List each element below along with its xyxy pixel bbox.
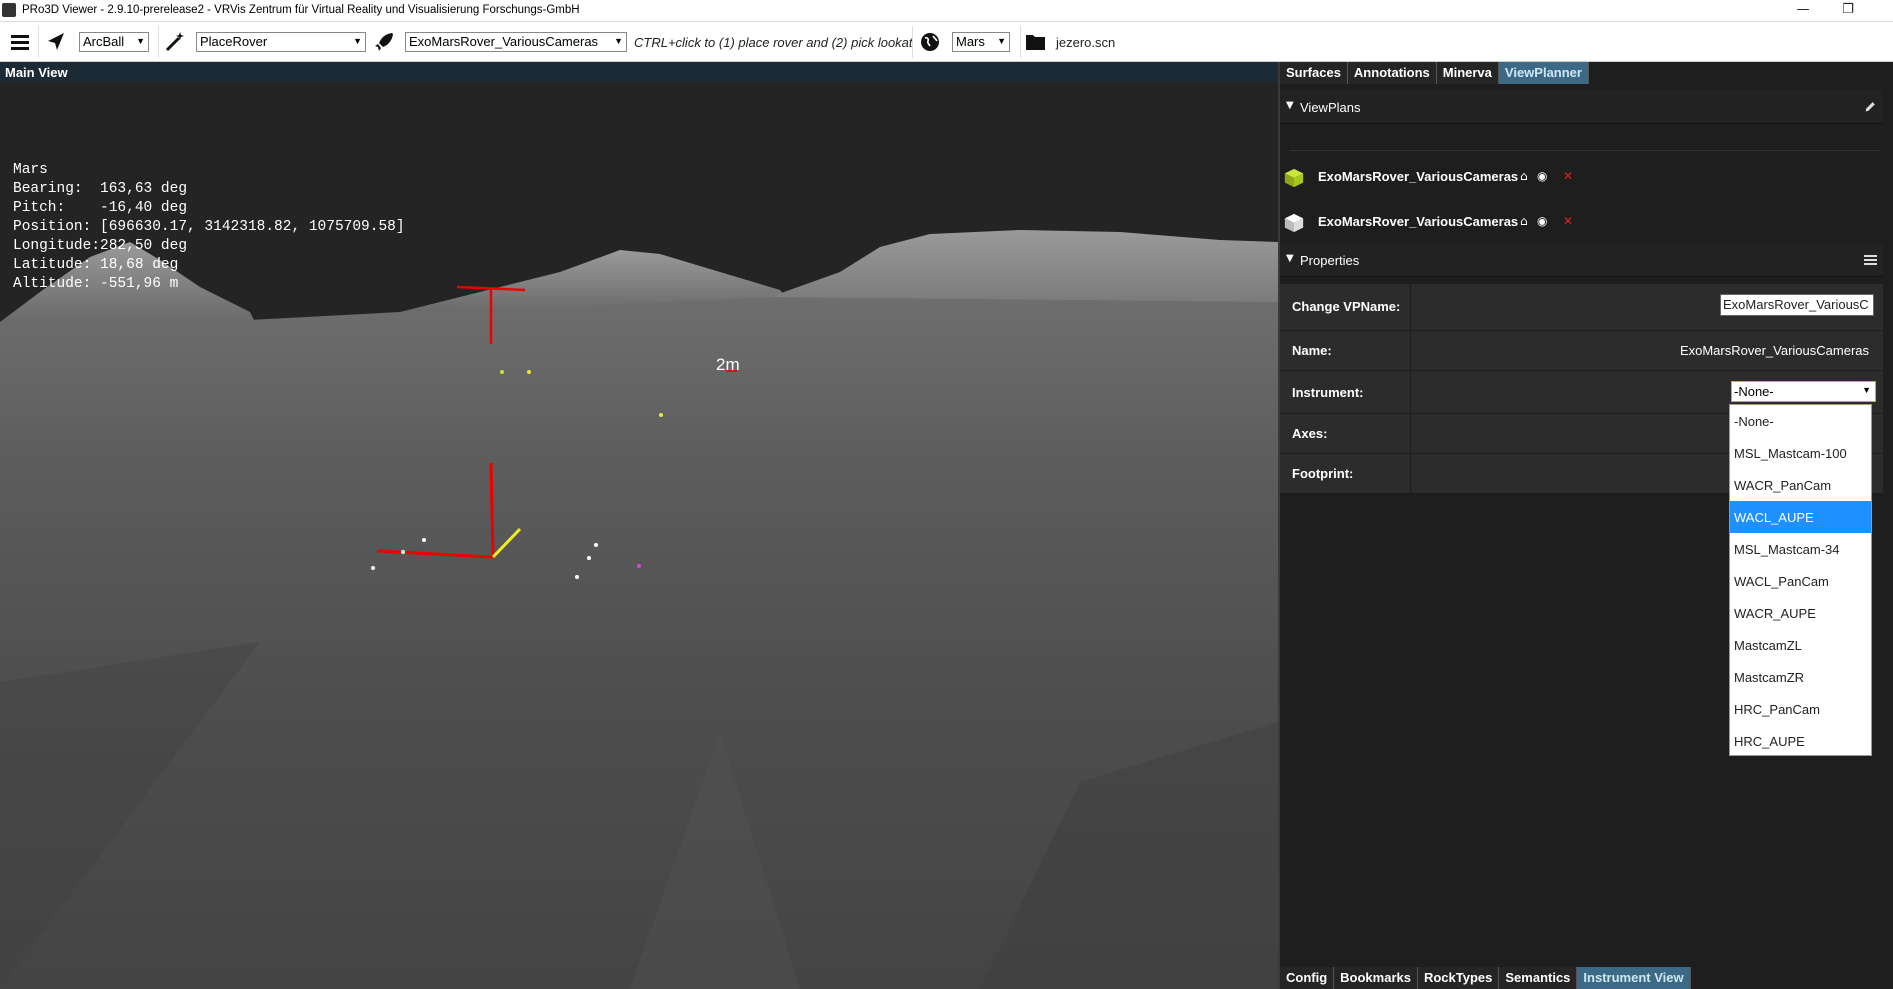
instrument-option[interactable]: WACL_PanCam bbox=[1730, 565, 1871, 597]
globe-icon bbox=[921, 33, 939, 51]
menu-icon[interactable] bbox=[1864, 254, 1877, 266]
folder-icon[interactable] bbox=[1024, 30, 1048, 54]
info-position: Position: [696630.17, 3142318.82, 107570… bbox=[13, 219, 405, 235]
bottom-tab-bar: Config Bookmarks RockTypes Semantics Ins… bbox=[1280, 967, 1691, 989]
tab-config[interactable]: Config bbox=[1280, 967, 1335, 989]
rover-axis-up bbox=[489, 462, 495, 558]
main-view-title: Main View bbox=[5, 65, 68, 80]
top-tab-bar: Surfaces Annotations Minerva ViewPlanner bbox=[1280, 62, 1589, 84]
viewplan-item[interactable]: ExoMarsRover_VariousCameras ⌂ ◉ ✕ bbox=[1280, 162, 1883, 192]
viewplan-name: ExoMarsRover_VariousCameras bbox=[1318, 214, 1519, 229]
hamburger-menu-icon[interactable] bbox=[8, 30, 32, 54]
info-pitch: Pitch: -16,40 deg bbox=[13, 200, 188, 216]
info-bearing: Bearing: 163,63 deg bbox=[13, 181, 188, 197]
instrument-option[interactable]: MastcamZL bbox=[1730, 629, 1871, 661]
tab-annotations[interactable]: Annotations bbox=[1347, 62, 1437, 84]
interaction-mode-value: PlaceRover bbox=[200, 34, 268, 49]
rover-cube-icon bbox=[1284, 168, 1304, 188]
viewplan-item[interactable]: ExoMarsRover_VariousCameras ⌂ ◉ ✕ bbox=[1280, 207, 1883, 237]
viewplans-title: ViewPlans bbox=[1300, 100, 1361, 115]
caret-down-icon: ▼ bbox=[1286, 100, 1294, 111]
home-icon[interactable]: ⌂ bbox=[1520, 169, 1528, 183]
info-planet: Mars bbox=[13, 162, 48, 178]
instrument-option[interactable]: MSL_Mastcam-100 bbox=[1730, 437, 1871, 469]
chevron-down-icon: ▼ bbox=[614, 36, 623, 46]
eye-icon[interactable]: ◉ bbox=[1537, 169, 1547, 183]
caret-down-icon: ▼ bbox=[1286, 253, 1294, 264]
viewplan-name: ExoMarsRover_VariousCameras bbox=[1318, 169, 1519, 184]
eye-icon[interactable]: ◉ bbox=[1537, 214, 1547, 228]
properties-section-header[interactable]: ▼ Properties bbox=[1280, 243, 1883, 277]
info-latitude: Latitude: 18,68 deg bbox=[13, 257, 179, 273]
main-3d-view[interactable]: Main View Mars Bearing: 163,63 deg Pitch… bbox=[0, 62, 1278, 989]
window-title: PRo3D Viewer - 2.9.10-prerelease2 - VRVi… bbox=[22, 4, 580, 16]
toolbar: ArcBall ▼ PlaceRover ▼ ExoMarsRover_Variou… bbox=[0, 22, 1893, 62]
name-value: ExoMarsRover_VariousCameras bbox=[1679, 343, 1869, 358]
planet-value: Mars bbox=[956, 34, 985, 49]
instrument-option[interactable]: -None- bbox=[1730, 405, 1871, 437]
rover-value: ExoMarsRover_VariousCameras bbox=[409, 34, 599, 49]
instrument-option[interactable]: WACR_AUPE bbox=[1730, 597, 1871, 629]
chevron-down-icon: ▼ bbox=[997, 36, 1006, 46]
tab-instrument-view[interactable]: Instrument View bbox=[1577, 967, 1691, 989]
interaction-mode-select[interactable]: PlaceRover ▼ bbox=[196, 32, 366, 52]
title-bar: PRo3D Viewer - 2.9.10-prerelease2 - VRVi… bbox=[0, 0, 1893, 22]
delete-icon[interactable]: ✕ bbox=[1563, 214, 1573, 228]
camera-info-overlay: Mars Bearing: 163,63 deg Pitch: -16,40 d… bbox=[13, 161, 405, 294]
instrument-option[interactable]: WACR_PanCam bbox=[1730, 469, 1871, 501]
tab-semantics[interactable]: Semantics bbox=[1499, 967, 1578, 989]
footprint-label: Footprint: bbox=[1292, 466, 1354, 481]
change-vpname-label: Change VPName: bbox=[1292, 299, 1401, 314]
instrument-option-highlighted[interactable]: WACL_AUPE bbox=[1730, 501, 1871, 533]
tab-minerva[interactable]: Minerva bbox=[1436, 62, 1499, 84]
rocket-icon bbox=[375, 33, 393, 51]
tab-viewplanner[interactable]: ViewPlanner bbox=[1498, 62, 1589, 84]
instrument-selected-value: -None- bbox=[1734, 384, 1774, 399]
rover-cube-icon bbox=[1284, 213, 1304, 233]
delete-icon[interactable]: ✕ bbox=[1563, 169, 1573, 183]
pencil-icon[interactable] bbox=[1864, 100, 1877, 113]
rover-hint-text: CTRL+click to (1) place rover and (2) pi… bbox=[634, 35, 913, 50]
tab-rocktypes[interactable]: RockTypes bbox=[1417, 967, 1500, 989]
name-label: Name: bbox=[1292, 343, 1332, 358]
main-view-header: Main View bbox=[0, 62, 1278, 82]
instrument-option[interactable]: HRC_AUPE bbox=[1730, 725, 1871, 757]
home-icon[interactable]: ⌂ bbox=[1520, 214, 1528, 228]
change-vpname-input[interactable]: ExoMarsRover_VariousC bbox=[1720, 294, 1874, 316]
instrument-label: Instrument: bbox=[1292, 385, 1364, 400]
navigation-mode-select[interactable]: ArcBall ▼ bbox=[79, 32, 149, 52]
rover-select[interactable]: ExoMarsRover_VariousCameras ▼ bbox=[405, 32, 627, 52]
chevron-down-icon: ▼ bbox=[136, 36, 145, 46]
info-longitude: Longitude:282,50 deg bbox=[13, 238, 188, 254]
navigation-arrow-icon bbox=[48, 33, 64, 50]
tab-surfaces[interactable]: Surfaces bbox=[1280, 62, 1348, 84]
info-altitude: Altitude: -551,96 m bbox=[13, 276, 179, 292]
chevron-down-icon: ▼ bbox=[1862, 385, 1871, 395]
planet-select[interactable]: Mars ▼ bbox=[952, 32, 1010, 52]
magic-wand-icon bbox=[165, 32, 184, 52]
tab-bookmarks[interactable]: Bookmarks bbox=[1334, 967, 1418, 989]
instrument-option[interactable]: MastcamZR bbox=[1730, 661, 1871, 693]
property-row-name: Name: ExoMarsRover_VariousCameras bbox=[1280, 331, 1883, 371]
navigation-mode-value: ArcBall bbox=[83, 34, 125, 49]
properties-title: Properties bbox=[1300, 253, 1360, 268]
minimize-button[interactable]: — bbox=[1781, 0, 1825, 22]
instrument-option[interactable]: MSL_Mastcam-34 bbox=[1730, 533, 1871, 565]
instrument-select[interactable]: -None- ▼ bbox=[1731, 381, 1876, 402]
property-row-change-vpname: Change VPName: ExoMarsRover_VariousC bbox=[1280, 284, 1883, 331]
axes-label: Axes: bbox=[1292, 426, 1328, 441]
scale-label: 2m bbox=[716, 355, 740, 374]
scene-file-name: jezero.scn bbox=[1056, 35, 1116, 50]
instrument-option[interactable]: HRC_PanCam bbox=[1730, 693, 1871, 725]
restore-button[interactable]: ❐ bbox=[1826, 0, 1870, 22]
app-icon bbox=[2, 3, 16, 17]
viewplans-section-header[interactable]: ▼ ViewPlans bbox=[1280, 90, 1883, 124]
chevron-down-icon: ▼ bbox=[353, 36, 362, 46]
instrument-dropdown-list: -None- MSL_Mastcam-100 WACR_PanCam WACL_… bbox=[1729, 404, 1872, 756]
